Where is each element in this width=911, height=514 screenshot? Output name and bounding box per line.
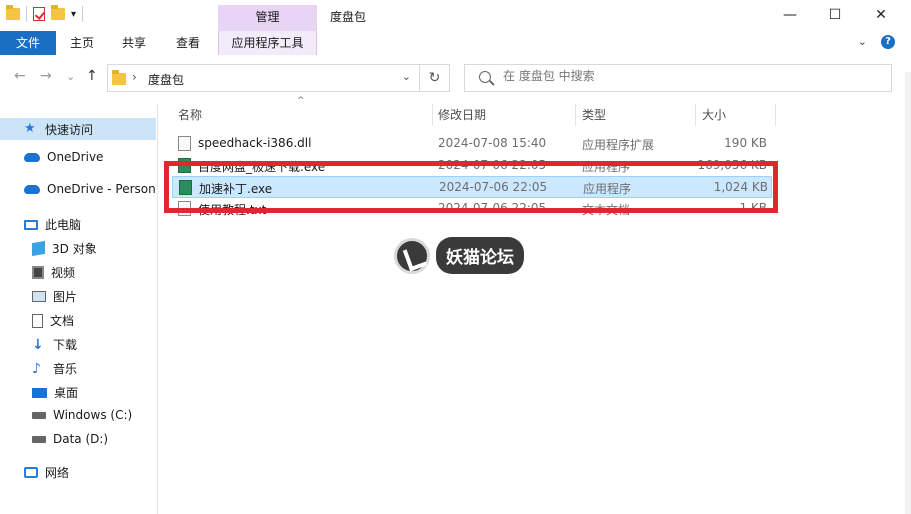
sidebar-item-quick-access[interactable]: ★ 快速访问 (0, 118, 156, 140)
recent-locations-icon[interactable]: ⌄ (66, 70, 75, 83)
divider (26, 6, 27, 22)
sidebar-item-drive-d[interactable]: Data (D:) (32, 432, 108, 446)
new-folder-icon[interactable] (51, 5, 65, 20)
search-input[interactable] (503, 69, 803, 83)
folder-icon[interactable] (6, 5, 20, 20)
properties-icon[interactable] (33, 7, 45, 21)
title-bar: ▾ 管理 度盘包 — ☐ ✕ (0, 0, 911, 32)
file-size: 190 KB (724, 136, 767, 150)
document-icon (32, 313, 43, 328)
quick-access-toolbar: ▾ (6, 5, 84, 22)
highlight-annotation-box (164, 161, 778, 213)
picture-icon (32, 291, 46, 302)
divider (82, 6, 84, 22)
file-row[interactable]: speedhack-i386.dll 2024-07-08 15:40 应用程序… (172, 133, 772, 155)
forum-logo-icon (394, 237, 430, 274)
column-header-name[interactable]: 名称 (178, 104, 202, 126)
close-button[interactable]: ✕ (858, 0, 904, 30)
minimize-button[interactable]: — (767, 0, 813, 30)
sidebar-item-onedrive-personal[interactable]: OneDrive - Personal (24, 182, 156, 196)
sidebar-item-label: 网络 (45, 466, 70, 480)
sidebar-item-network[interactable]: 网络 (24, 464, 69, 481)
file-date: 2024-07-08 15:40 (438, 136, 547, 150)
forward-arrow-icon[interactable]: → (40, 68, 52, 84)
tab-home[interactable]: 主页 (64, 31, 100, 55)
sidebar-item-label: Windows (C:) (53, 408, 133, 422)
sidebar-item-label: 3D 对象 (52, 242, 97, 256)
window-title: 度盘包 (330, 10, 367, 24)
sidebar-item-drive-c[interactable]: Windows (C:) (32, 408, 132, 422)
sidebar-item-label: 图片 (53, 290, 78, 304)
music-icon: ♪ (32, 360, 41, 377)
download-icon: ↓ (32, 336, 44, 353)
sidebar-item-3d-objects[interactable]: 3D 对象 (32, 240, 97, 257)
sidebar-item-documents[interactable]: 文档 (32, 312, 74, 329)
sidebar-item-onedrive[interactable]: OneDrive (24, 150, 103, 164)
desktop-icon (32, 387, 47, 398)
customize-toolbar-icon[interactable]: ▾ (71, 9, 76, 20)
background-window-edge (905, 72, 911, 514)
sidebar-item-label: OneDrive (47, 150, 104, 164)
search-box[interactable] (464, 64, 892, 92)
sidebar-item-desktop[interactable]: 桌面 (32, 384, 78, 401)
sidebar-item-this-pc[interactable]: 此电脑 (24, 216, 81, 233)
drive-icon (32, 435, 46, 443)
manage-context-tab[interactable]: 管理 (218, 5, 317, 31)
address-path[interactable]: 度盘包 (148, 71, 184, 88)
video-icon (32, 266, 44, 279)
column-header-type[interactable]: 类型 (582, 104, 606, 126)
sidebar-item-label: 桌面 (54, 386, 79, 400)
sidebar-item-label: 视频 (51, 266, 76, 280)
star-icon: ★ (24, 121, 36, 136)
sidebar-item-label: 音乐 (53, 362, 78, 376)
column-divider[interactable] (432, 104, 433, 126)
sidebar-item-label: 快速访问 (45, 122, 94, 137)
sort-ascending-icon: ^ (297, 96, 305, 106)
column-header-size[interactable]: 大小 (702, 104, 726, 126)
tab-file[interactable]: 文件 (0, 31, 56, 55)
tab-view[interactable]: 查看 (170, 31, 206, 55)
ribbon-tabs: 文件 主页 共享 查看 应用程序工具 ⌄ ? (0, 31, 911, 55)
sidebar-item-label: OneDrive - Personal (47, 182, 156, 196)
watermark-text: 妖猫论坛 (436, 237, 524, 274)
help-icon[interactable]: ? (881, 35, 895, 49)
dll-file-icon (178, 136, 191, 151)
folder-icon (112, 70, 126, 85)
tab-share[interactable]: 共享 (116, 31, 152, 55)
column-divider[interactable] (775, 104, 776, 126)
column-header-date[interactable]: 修改日期 (438, 104, 486, 126)
watermark: 妖猫论坛 (394, 237, 524, 274)
sidebar-item-label: Data (D:) (53, 432, 109, 446)
cloud-icon (24, 184, 40, 194)
back-arrow-icon[interactable]: ← (14, 68, 26, 84)
address-bar[interactable]: › 度盘包 ⌄ (107, 64, 420, 92)
sidebar-item-label: 下载 (53, 338, 78, 352)
network-icon (24, 467, 38, 478)
sidebar-item-videos[interactable]: 视频 (32, 264, 75, 281)
file-type: 应用程序扩展 (582, 138, 655, 152)
sidebar-item-label: 文档 (50, 314, 75, 328)
cube-icon (32, 240, 45, 257)
column-divider[interactable] (575, 104, 576, 126)
maximize-button[interactable]: ☐ (812, 0, 858, 30)
navigation-pane: ★ 快速访问 OneDrive OneDrive - Personal 此电脑 … (0, 104, 158, 514)
chevron-down-icon[interactable]: ⌄ (402, 70, 411, 83)
path-separator-icon: › (132, 70, 137, 84)
column-divider[interactable] (695, 104, 696, 126)
ribbon-collapse-icon[interactable]: ⌄ (858, 35, 867, 49)
sidebar-item-pictures[interactable]: 图片 (32, 288, 77, 305)
up-arrow-icon[interactable]: ↑ (86, 68, 98, 84)
file-name: speedhack-i386.dll (198, 136, 312, 150)
drive-icon (32, 411, 46, 419)
sidebar-item-downloads[interactable]: ↓ 下载 (32, 336, 77, 353)
refresh-button[interactable]: ↻ (420, 64, 450, 92)
sidebar-item-label: 此电脑 (45, 218, 82, 232)
cloud-icon (24, 152, 40, 162)
computer-icon (24, 219, 38, 230)
sidebar-item-music[interactable]: ♪ 音乐 (32, 360, 77, 377)
search-icon (479, 71, 491, 83)
tab-app-tools[interactable]: 应用程序工具 (218, 31, 317, 55)
